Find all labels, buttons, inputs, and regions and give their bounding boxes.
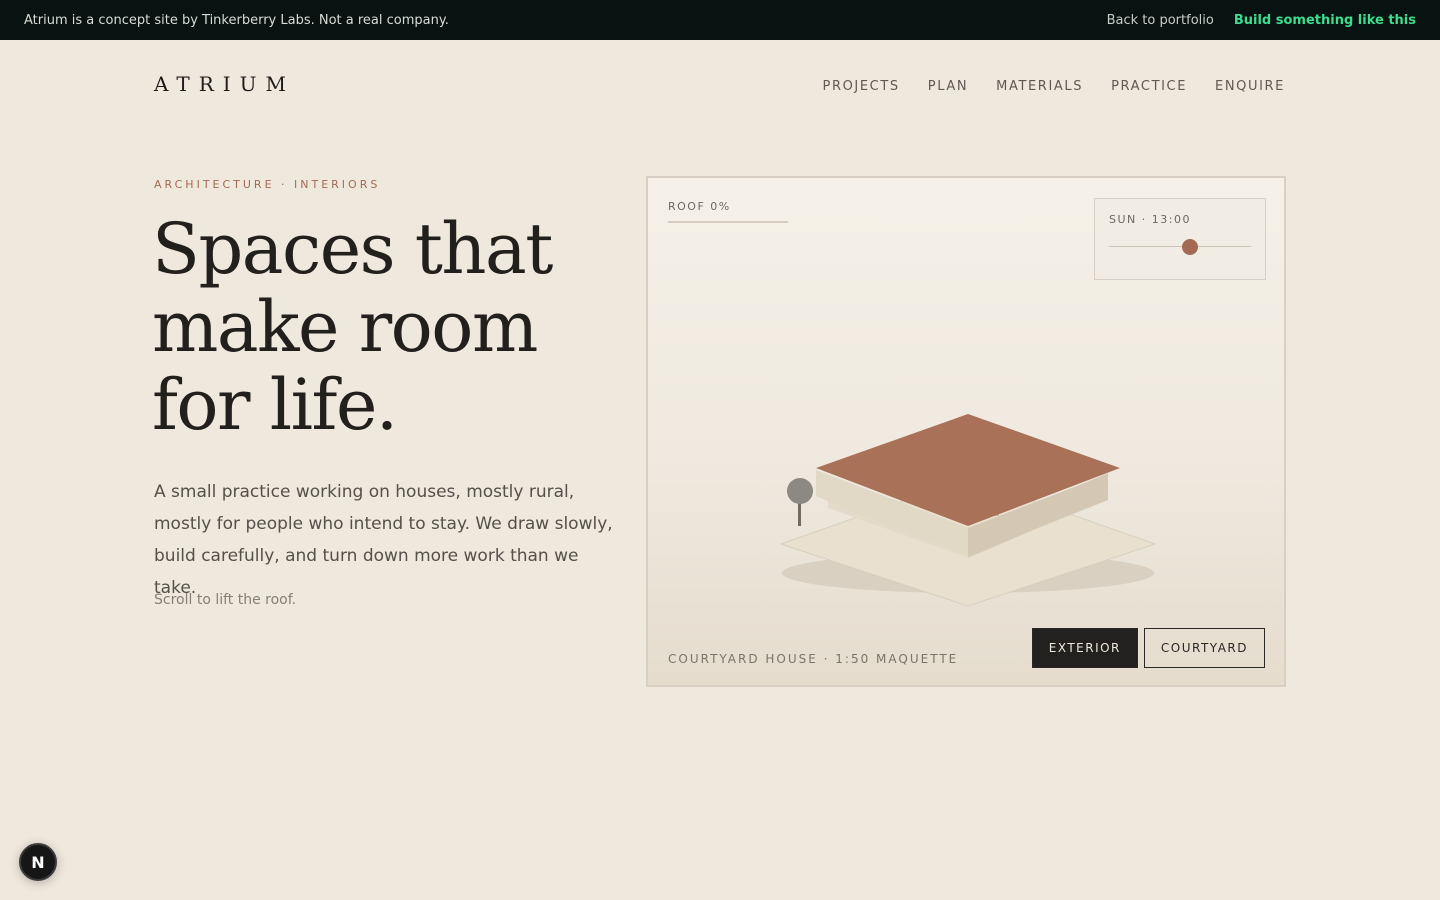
nav-item-plan[interactable]: PLAN [928, 79, 968, 94]
hero-lede: A small practice working on houses, most… [154, 482, 613, 598]
view-toggle: EXTERIOR COURTYARD [1031, 628, 1265, 668]
sun-label: SUN · 13:00 [1109, 213, 1191, 226]
site-logo[interactable]: ATRIUM [154, 72, 295, 96]
nav-item-materials[interactable]: MATERIALS [996, 79, 1083, 94]
main-nav: PROJECTS PLAN MATERIALS PRACTICE ENQUIRE [823, 79, 1285, 94]
sun-slider-thumb[interactable] [1181, 239, 1198, 255]
n-badge-icon[interactable]: N [19, 843, 57, 881]
exterior-view-button[interactable]: EXTERIOR [1031, 628, 1138, 668]
build-something-link[interactable]: Build something like this [1234, 13, 1416, 28]
tree-canopy [787, 478, 813, 504]
sun-control: SUN · 13:00 [1094, 198, 1266, 280]
roof-readout: ROOF 0% [668, 200, 731, 213]
model-caption: COURTYARD HOUSE · 1:50 MAQUETTE [668, 652, 959, 666]
nav-item-practice[interactable]: PRACTICE [1111, 79, 1187, 94]
roof-progress-track [668, 221, 788, 223]
scroll-hint: Scroll to lift the roof. [154, 592, 297, 608]
banner-note: Atrium is a concept site by Tinkerberry … [24, 12, 449, 28]
hero-headline: Spaces that make room for life. [152, 210, 622, 444]
hero-eyebrow: ARCHITECTURE · INTERIORS [154, 178, 381, 191]
headline-line: make room [152, 286, 538, 368]
back-to-portfolio-link[interactable]: Back to portfolio [1107, 13, 1214, 28]
headline-line: for life. [152, 364, 398, 446]
nav-item-enquire[interactable]: ENQUIRE [1215, 79, 1285, 94]
sun-slider-track[interactable] [1109, 246, 1251, 247]
courtyard-view-button[interactable]: COURTYARD [1143, 628, 1265, 668]
nav-item-projects[interactable]: PROJECTS [823, 79, 900, 94]
banner-links: Back to portfolio Build something like t… [1107, 13, 1416, 28]
maquette-panel[interactable]: ROOF 0% SUN · 13:00 COURTYARD HOUSE · 1:… [646, 176, 1286, 687]
headline-line: Spaces that [152, 208, 553, 290]
concept-banner: Atrium is a concept site by Tinkerberry … [0, 0, 1440, 40]
